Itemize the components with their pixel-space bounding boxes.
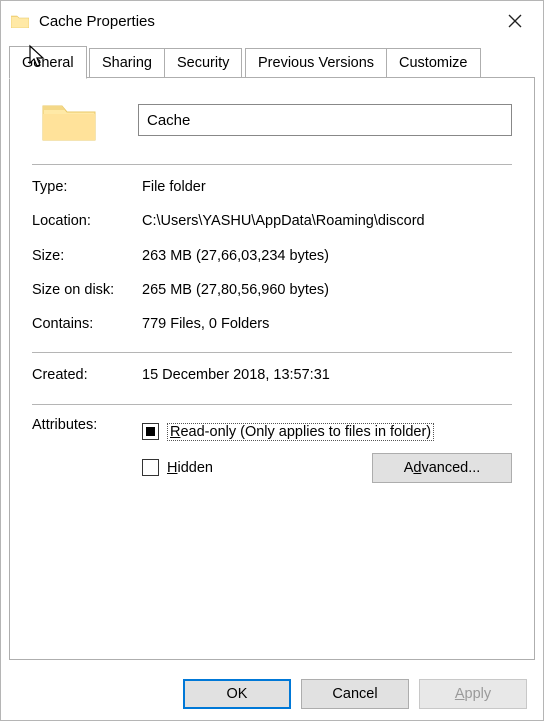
titlebar: Cache Properties <box>1 1 543 41</box>
location-value: C:\Users\YASHU\AppData\Roaming\discord <box>142 211 512 231</box>
folder-large-icon <box>40 96 98 144</box>
location-label: Location: <box>32 211 142 231</box>
tab-customize[interactable]: Customize <box>386 48 481 78</box>
contains-value: 779 Files, 0 Folders <box>142 314 512 334</box>
advanced-button[interactable]: Advanced... <box>372 453 512 483</box>
size-label: Size: <box>32 246 142 266</box>
contains-label: Contains: <box>32 314 142 334</box>
close-button[interactable] <box>487 1 543 41</box>
attributes-label: Attributes: <box>32 417 142 489</box>
hidden-label[interactable]: Hidden <box>167 460 213 476</box>
tab-general[interactable]: General <box>9 46 87 79</box>
dialog-button-row: OK Cancel Apply <box>1 668 543 720</box>
tab-security[interactable]: Security <box>164 48 242 78</box>
properties-dialog: Cache Properties General Sharing Securit… <box>0 0 544 721</box>
created-label: Created: <box>32 365 142 385</box>
general-panel: Type: File folder Location: C:\Users\YAS… <box>9 78 535 660</box>
tab-sharing[interactable]: Sharing <box>89 48 165 78</box>
readonly-label[interactable]: Read-only (Only applies to files in fold… <box>167 423 434 441</box>
type-label: Type: <box>32 177 142 197</box>
type-value: File folder <box>142 177 512 197</box>
folder-icon <box>11 14 29 28</box>
readonly-checkbox[interactable] <box>142 423 159 440</box>
folder-name-input[interactable] <box>138 104 512 136</box>
window-title: Cache Properties <box>39 13 155 30</box>
size-on-disk-label: Size on disk: <box>32 280 142 300</box>
close-icon <box>508 14 522 28</box>
tab-previous-versions[interactable]: Previous Versions <box>245 48 387 78</box>
tabstrip: General Sharing Security Previous Versio… <box>1 41 543 78</box>
cancel-button[interactable]: Cancel <box>301 679 409 709</box>
created-value: 15 December 2018, 13:57:31 <box>142 365 512 385</box>
apply-button[interactable]: Apply <box>419 679 527 709</box>
size-value: 263 MB (27,66,03,234 bytes) <box>142 246 512 266</box>
hidden-checkbox[interactable] <box>142 459 159 476</box>
ok-button[interactable]: OK <box>183 679 291 709</box>
size-on-disk-value: 265 MB (27,80,56,960 bytes) <box>142 280 512 300</box>
